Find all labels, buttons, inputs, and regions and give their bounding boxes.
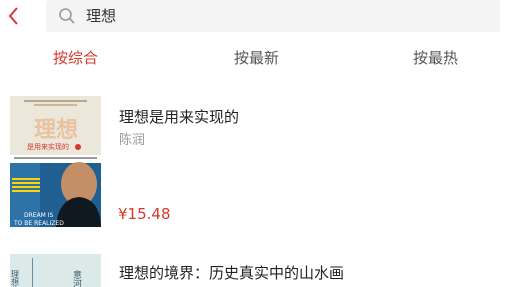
search-input[interactable]: 理想: [46, 0, 500, 32]
cover-text-right: 意河: [71, 269, 82, 287]
cover-english-1: DREAM IS: [24, 212, 54, 219]
book-cover[interactable]: 理想的 意河: [10, 254, 101, 287]
chevron-left-icon: [8, 7, 18, 25]
tab-newest[interactable]: 按最新: [234, 48, 279, 68]
book-cover[interactable]: 理想 是用来实现的 DREAM IS TO BE REALIZED: [10, 96, 101, 227]
book-list-item[interactable]: 理想 是用来实现的 DREAM IS TO BE REALIZED 理想是用来实…: [0, 96, 525, 227]
cover-english-2: TO BE REALIZED: [13, 220, 64, 227]
cover-subtitle: 是用来实现的: [27, 142, 69, 151]
book-title[interactable]: 理想的境界：历史真实中的山水画: [119, 263, 344, 283]
search-query: 理想: [86, 7, 117, 25]
sort-tabs: 按综合 按最新 按最热: [0, 40, 525, 76]
back-button[interactable]: [5, 4, 25, 28]
book-title[interactable]: 理想是用来实现的: [119, 107, 239, 127]
top-bar: 理想: [0, 0, 525, 34]
search-icon: [59, 8, 75, 24]
book-price: ¥15.48: [118, 205, 171, 223]
book-list-item[interactable]: 理想的 意河 理想的境界：历史真实中的山水画: [0, 254, 525, 287]
tab-hottest[interactable]: 按最热: [413, 48, 458, 68]
tab-comprehensive[interactable]: 按综合: [53, 48, 98, 68]
book-cover-art: 理想 是用来实现的 DREAM IS TO BE REALIZED: [10, 96, 101, 227]
book-cover-art: 理想的 意河: [10, 254, 101, 287]
cover-text-left: 理想的: [11, 270, 20, 287]
cover-title: 理想: [34, 117, 78, 142]
book-author: 陈润: [119, 133, 146, 148]
